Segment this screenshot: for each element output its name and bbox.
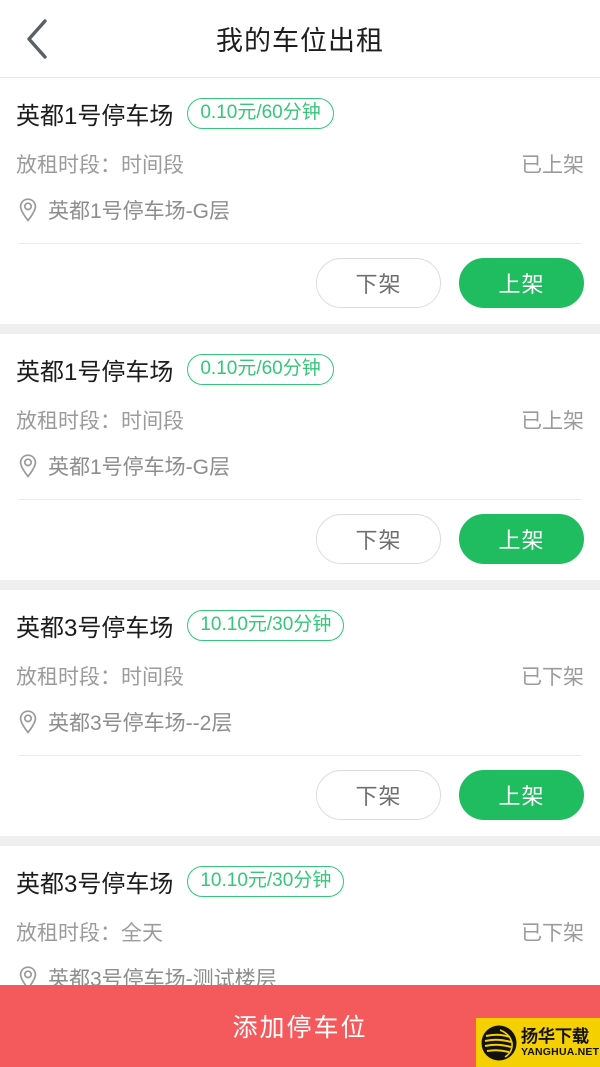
rental-card[interactable]: 英都1号停车场 0.10元/60分钟放租时段：时间段 已上架英都1号停车场-G层下架… [0,334,600,580]
card-meta-row: 放租时段：时间段 已上架 [16,391,584,441]
card-actions: 下架上架 [16,756,584,836]
back-button[interactable] [10,12,64,66]
card-meta-row: 放租时段：时间段 已上架 [16,135,584,185]
list-button[interactable]: 上架 [459,770,584,820]
card-location-row: 英都1号停车场-G层 [16,185,584,243]
unlist-button[interactable]: 下架 [316,258,441,308]
price-badge: 0.10元/60分钟 [187,354,333,385]
map-pin-icon [16,709,40,735]
status-badge: 已上架 [521,405,584,435]
rental-card[interactable]: 英都1号停车场 0.10元/60分钟放租时段：时间段 已上架英都1号停车场-G层下架… [0,78,600,324]
parking-lot-name: 英都1号停车场 [16,96,173,131]
card-meta-row: 放租时段：时间段 已下架 [16,647,584,697]
card-meta-row: 放租时段：全天 已下架 [16,903,584,953]
parking-lot-name: 英都3号停车场 [16,864,173,899]
app-header: 我的车位出租 [0,0,600,78]
yanghua-lion-logo-icon [480,1024,518,1062]
list-button[interactable]: 上架 [459,514,584,564]
map-pin-icon [16,197,40,223]
parking-lot-name: 英都1号停车场 [16,352,173,387]
status-badge: 已下架 [521,661,584,691]
unlist-button[interactable]: 下架 [316,770,441,820]
rent-period-label: 放租时段：时间段 [16,149,184,179]
price-badge: 10.10元/30分钟 [187,866,344,897]
card-header: 英都1号停车场 0.10元/60分钟 [16,334,584,391]
status-badge: 已上架 [521,149,584,179]
app-root: 我的车位出租 英都1号停车场0.10元/60分钟放租时段：时间段已上架英都1号停… [0,0,600,1067]
card-actions: 下架上架 [16,500,584,580]
price-badge: 0.10元/60分钟 [187,98,333,129]
page-title: 我的车位出租 [0,19,600,58]
location-text: 英都1号停车场-G层 [48,195,230,225]
card-header: 英都3号停车场 10.10元/30分钟 [16,846,584,903]
unlist-button[interactable]: 下架 [316,514,441,564]
rental-card[interactable]: 英都3号停车场 10.10元/30分钟放租时段：时间段 已下架英都3号停车场--2层… [0,590,600,836]
map-pin-icon [16,453,40,479]
card-location-row: 英都1号停车场-G层 [16,441,584,499]
chevron-left-icon [24,18,50,60]
watermark-yanghua: 扬华下载 YANGHUA.NET [476,1018,600,1067]
rental-card-list[interactable]: 英都1号停车场0.10元/60分钟放租时段：时间段已上架英都1号停车场-G层下架… [0,78,600,1067]
rent-period-label: 放租时段：时间段 [16,661,184,691]
location-text: 英都3号停车场--2层 [48,707,232,737]
watermark-en: YANGHUA.NET [521,1047,599,1058]
rent-period-label: 放租时段：时间段 [16,405,184,435]
watermark-cn: 扬华下载 [521,1028,599,1045]
watermark-text: 扬华下载 YANGHUA.NET [521,1028,599,1058]
list-button[interactable]: 上架 [459,258,584,308]
location-text: 英都1号停车场-G层 [48,451,230,481]
card-location-row: 英都3号停车场--2层 [16,697,584,755]
price-badge: 10.10元/30分钟 [187,610,344,641]
status-badge: 已下架 [521,917,584,947]
card-actions: 下架上架 [16,244,584,324]
add-parking-space-label: 添加停车位 [232,1008,367,1044]
card-header: 英都1号停车场 0.10元/60分钟 [16,78,584,135]
rent-period-label: 放租时段：全天 [16,917,163,947]
card-header: 英都3号停车场 10.10元/30分钟 [16,590,584,647]
parking-lot-name: 英都3号停车场 [16,608,173,643]
